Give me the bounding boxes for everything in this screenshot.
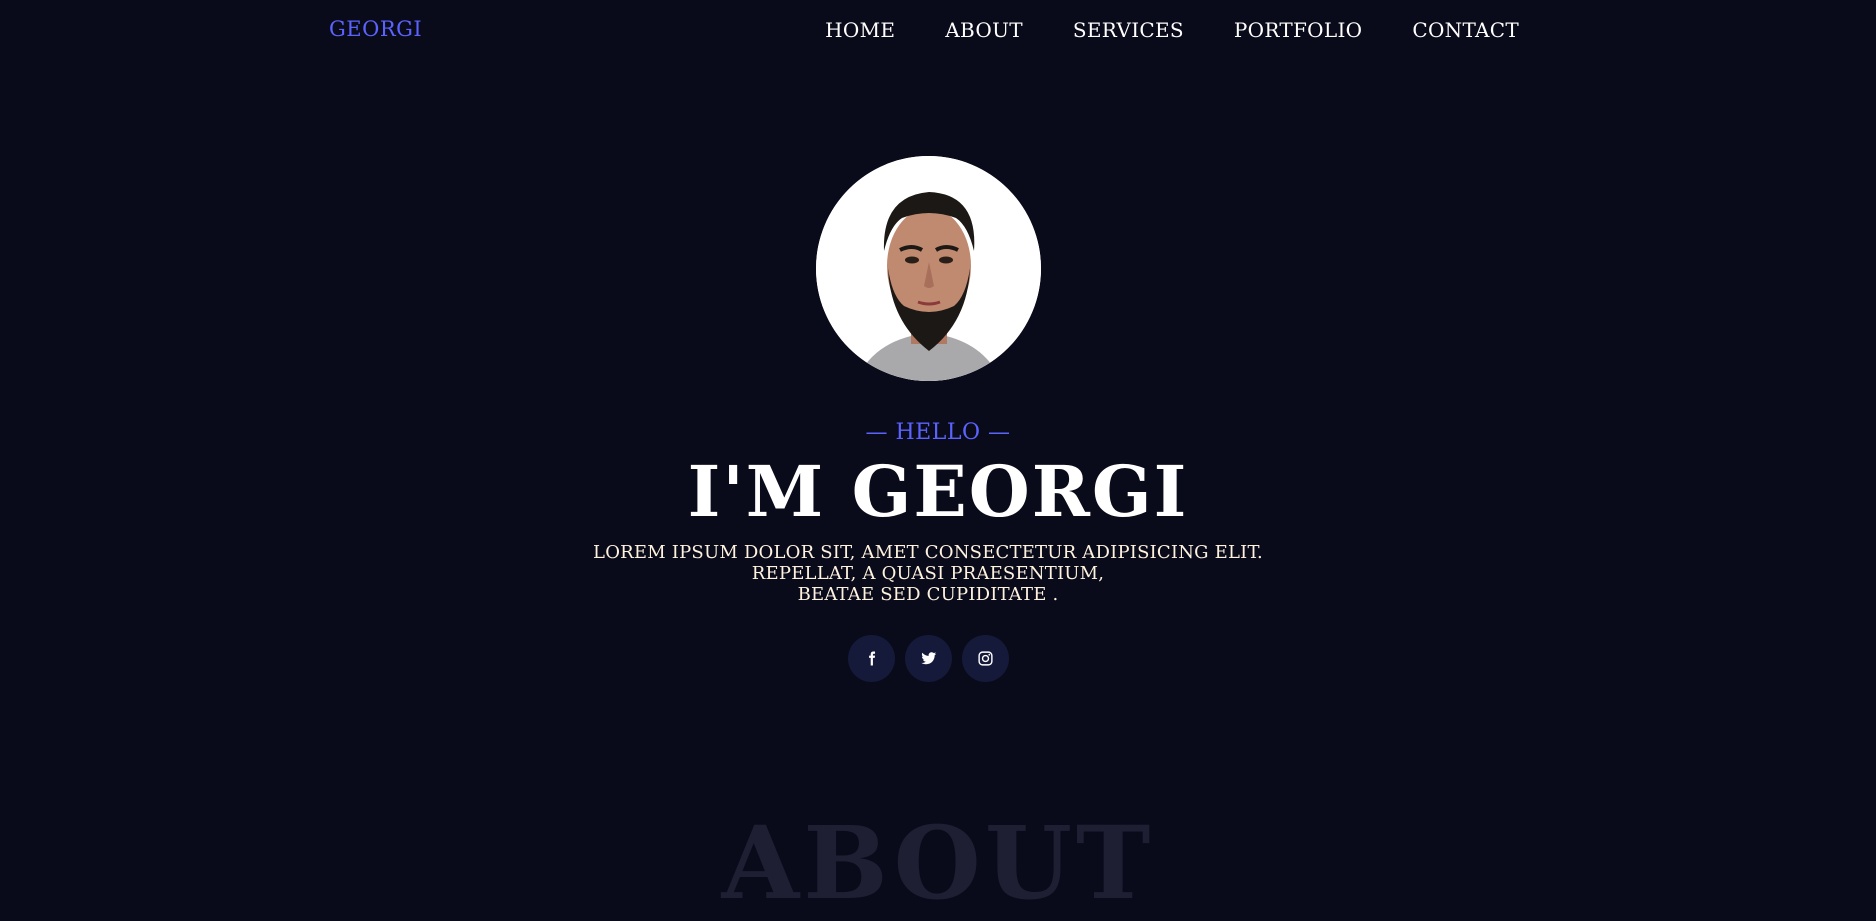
facebook-button[interactable]: [848, 635, 895, 682]
nav-item-contact[interactable]: CONTACT: [1412, 18, 1519, 42]
twitter-button[interactable]: [905, 635, 952, 682]
hero-intro-line-1: LOREM IPSUM DOLOR SIT, AMET CONSECTETUR …: [593, 542, 1263, 584]
hero-intro-line-2: BEATAE SED CUPIDITATE .: [797, 584, 1059, 605]
hello-tagline: — HELLO —: [865, 420, 1011, 445]
page: GEORGI HOME ABOUT SERVICES PORTFOLIO CON…: [0, 0, 1876, 921]
profile-photo: [816, 156, 1041, 381]
navbar: GEORGI HOME ABOUT SERVICES PORTFOLIO CON…: [0, 0, 1876, 62]
nav-item-about[interactable]: ABOUT: [945, 18, 1023, 42]
profile-avatar: [816, 156, 1041, 381]
hero-headline: I'M GEORGI: [687, 450, 1189, 533]
instagram-icon: [978, 651, 993, 666]
about-section-title: ABOUT: [721, 804, 1155, 921]
hero-intro: LOREM IPSUM DOLOR SIT, AMET CONSECTETUR …: [560, 542, 1296, 605]
nav-item-portfolio[interactable]: PORTFOLIO: [1234, 18, 1362, 42]
nav-item-home[interactable]: HOME: [825, 18, 895, 42]
facebook-icon: [869, 651, 876, 666]
brand-logo[interactable]: GEORGI: [329, 17, 422, 41]
twitter-icon: [921, 652, 937, 665]
nav-links: HOME ABOUT SERVICES PORTFOLIO CONTACT: [825, 18, 1519, 42]
nav-item-services[interactable]: SERVICES: [1073, 18, 1184, 42]
social-links: [848, 635, 1009, 682]
instagram-button[interactable]: [962, 635, 1009, 682]
